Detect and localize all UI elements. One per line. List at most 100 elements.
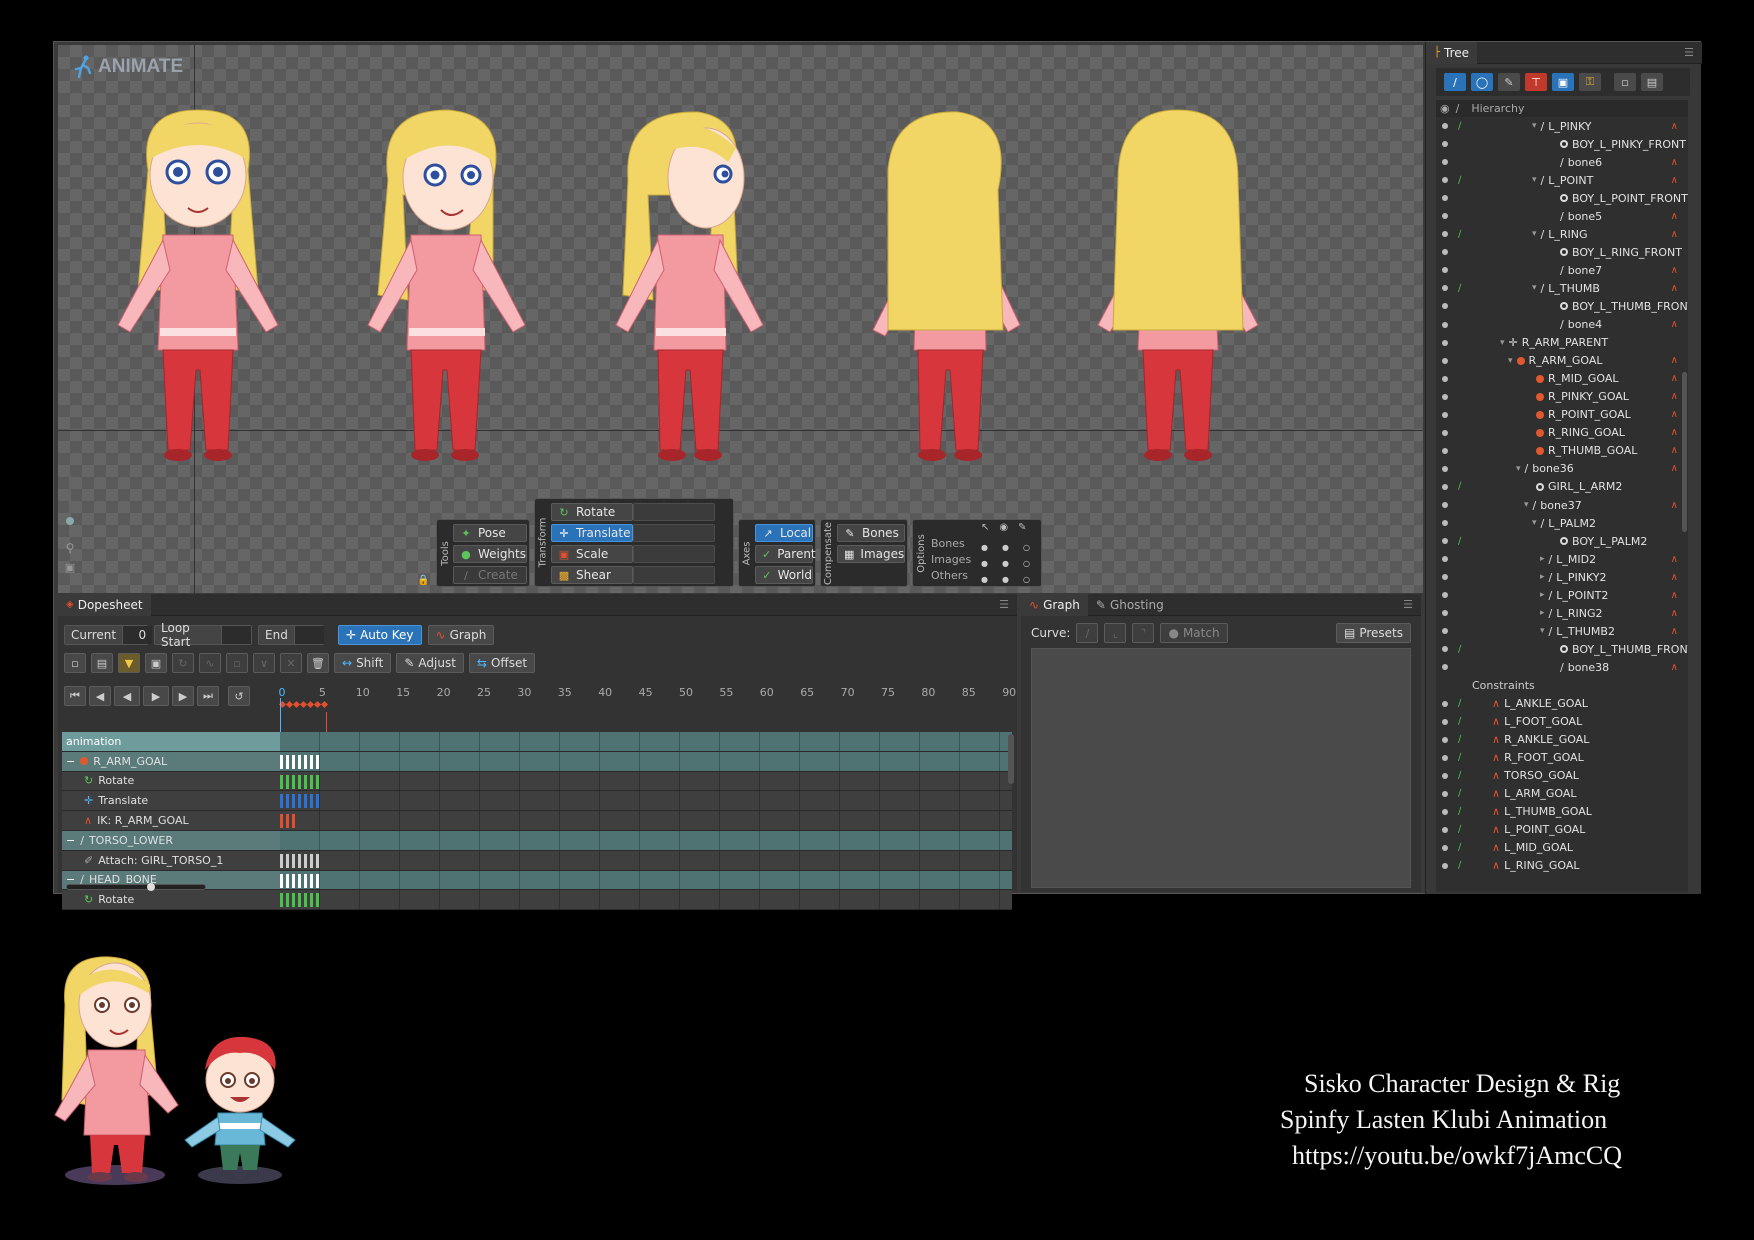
- visibility-dot[interactable]: [1442, 556, 1448, 563]
- tree-node-content[interactable]: ∧ L_ARM_GOAL: [1492, 787, 1577, 800]
- keyframe[interactable]: [304, 873, 307, 888]
- loop-icon[interactable]: ↻: [172, 653, 194, 673]
- visibility-dot[interactable]: [1442, 447, 1448, 454]
- visibility-dot[interactable]: [1442, 411, 1448, 418]
- zoom-icon[interactable]: ⚲: [66, 541, 75, 555]
- tree-node[interactable]: ∕ ▾ ∕ L_RING ∧: [1436, 225, 1688, 243]
- visibility-dot[interactable]: [1442, 610, 1448, 617]
- dopesheet-row-name[interactable]: ✐ Attach: GIRL_TORSO_1: [62, 854, 277, 867]
- tree-node-content[interactable]: ∧ L_MID_GOAL: [1492, 841, 1573, 854]
- keyframe[interactable]: [292, 814, 295, 829]
- visibility-dot[interactable]: [1442, 339, 1448, 346]
- key-icon[interactable]: ∕: [1458, 644, 1461, 655]
- tree-node-content[interactable]: BOY_L_POINT_FRONT: [1560, 192, 1688, 205]
- tree-node[interactable]: BOY_L_THUMB_FRONT: [1436, 297, 1688, 315]
- collapse-arrow-icon[interactable]: ▾: [1532, 175, 1537, 185]
- tree-node-content[interactable]: ∧ L_THUMB_GOAL: [1492, 805, 1592, 818]
- dopesheet-row-name[interactable]: − ∕ TORSO_LOWER: [62, 834, 277, 847]
- tree-node-content[interactable]: BOY_L_RING_FRONT: [1560, 246, 1682, 259]
- tree-node[interactable]: BOY_L_RING_FRONT: [1436, 243, 1688, 261]
- tree-node[interactable]: R_RING_GOAL ∧: [1436, 424, 1688, 442]
- current-value[interactable]: 0: [122, 626, 153, 644]
- lock-icon[interactable]: 🔒: [417, 575, 429, 586]
- offset-button[interactable]: ⇆ Offset: [468, 653, 536, 673]
- keyframe-track[interactable]: [280, 830, 1012, 850]
- collapse-arrow-icon[interactable]: ▾: [1532, 229, 1537, 239]
- tree-node-content[interactable]: ∧ L_POINT_GOAL: [1492, 823, 1585, 836]
- shear-button[interactable]: ▩ Shear: [551, 566, 633, 584]
- visibility-dot[interactable]: [1442, 808, 1448, 815]
- keyframe[interactable]: [286, 794, 289, 809]
- tree-node-content[interactable]: ▾ ∕ L_THUMB: [1532, 282, 1600, 295]
- key-tool-icon[interactable]: ⚿: [1579, 73, 1601, 91]
- key-icon[interactable]: ∕: [1458, 536, 1461, 547]
- tree-node-content[interactable]: ▸ ∕ L_RING2: [1540, 607, 1603, 620]
- tree-node-content[interactable]: ∕ bone7: [1560, 264, 1602, 277]
- graph-toggle-button[interactable]: ∿ Graph: [427, 625, 495, 645]
- collapse-icon[interactable]: −: [66, 834, 75, 847]
- options-row-images[interactable]: Images: [931, 553, 971, 566]
- visibility-dot[interactable]: [1442, 267, 1448, 274]
- keyframe[interactable]: [292, 754, 295, 769]
- tree-node[interactable]: ▾ ∕ L_PALM2: [1436, 514, 1688, 532]
- loop-start-value[interactable]: [221, 626, 251, 644]
- create-button[interactable]: ∕ Create: [453, 566, 527, 584]
- keyframe[interactable]: [316, 873, 319, 888]
- credit-line-3[interactable]: https://youtu.be/owkf7jAmcCQ: [1280, 1138, 1700, 1174]
- visibility-dot[interactable]: [1442, 357, 1448, 364]
- keyframe[interactable]: [292, 873, 295, 888]
- bbox-tool-icon[interactable]: ▣: [1552, 73, 1574, 91]
- visibility-dot[interactable]: [1442, 249, 1448, 256]
- tree-node[interactable]: ▾ ∕ bone36 ∧: [1436, 460, 1688, 478]
- zoom-slider[interactable]: ⚲ ▣: [64, 475, 76, 574]
- key-icon[interactable]: ∕: [1458, 860, 1461, 871]
- keyframe[interactable]: [310, 853, 313, 868]
- scale-button[interactable]: ▣ Scale: [551, 545, 633, 563]
- visibility-dot[interactable]: [1442, 862, 1448, 869]
- tree-node[interactable]: ∕ GIRL_L_ARM2: [1436, 478, 1688, 496]
- key-icon[interactable]: ∕: [1458, 788, 1461, 799]
- zoom-knob[interactable]: [66, 517, 74, 525]
- tree-node-content[interactable]: BOY_L_THUMB_FRONT: [1560, 300, 1688, 313]
- axes-world-button[interactable]: ✓ World: [755, 566, 813, 584]
- keyframe-track[interactable]: [280, 850, 1012, 870]
- tree-node[interactable]: ∕ ∧ R_ANKLE_GOAL: [1436, 731, 1688, 749]
- tree-node-content[interactable]: ▸ ∕ L_POINT2: [1540, 589, 1608, 602]
- key-icon[interactable]: ∕: [1458, 842, 1461, 853]
- tree-node-content[interactable]: R_PINKY_GOAL: [1536, 390, 1629, 403]
- keyframe[interactable]: [298, 754, 301, 769]
- tree-node[interactable]: ∕ ∧ L_FOOT_GOAL: [1436, 713, 1688, 731]
- remove-icon[interactable]: ✕: [280, 653, 302, 673]
- visibility-dot[interactable]: [1442, 664, 1448, 671]
- lock-keys-icon[interactable]: ▣: [145, 653, 167, 673]
- tree-node[interactable]: ∕ ▾ ∕ L_THUMB ∧: [1436, 279, 1688, 297]
- keyframe[interactable]: [280, 853, 283, 868]
- tab-dopesheet[interactable]: ◈ Dopesheet: [58, 593, 151, 616]
- tree-node[interactable]: BOY_L_PINKY_FRONT: [1436, 135, 1688, 153]
- keyframe-track[interactable]: [280, 811, 1012, 830]
- curve-bezier-icon[interactable]: ⌝: [1132, 623, 1155, 643]
- end-frame-field[interactable]: End: [258, 625, 324, 645]
- dopesheet-row[interactable]: ✛ Translate: [62, 791, 1012, 812]
- tree-node[interactable]: ∕ ∧ TORSO_GOAL: [1436, 767, 1688, 785]
- tree-node-content[interactable]: ∕ bone38: [1560, 661, 1609, 674]
- key-icon[interactable]: ∕: [1458, 824, 1461, 835]
- visibility-dot[interactable]: [1442, 465, 1448, 472]
- tree-node-content[interactable]: ▾ ∕ L_RING: [1532, 228, 1588, 241]
- tree-node-content[interactable]: ▾ ∕ L_POINT: [1532, 174, 1593, 187]
- tree-node[interactable]: ∕ bone7 ∧: [1436, 261, 1688, 279]
- keyframe[interactable]: [286, 873, 289, 888]
- options-row-others[interactable]: Others: [931, 569, 968, 582]
- keyframe-group[interactable]: [280, 873, 319, 888]
- collapse-arrow-icon[interactable]: ▾: [1532, 121, 1537, 131]
- duplicate-icon[interactable]: ▫: [226, 653, 248, 673]
- dopesheet-row[interactable]: − ∕ TORSO_LOWER: [62, 830, 1012, 851]
- tree-node-content[interactable]: ∧ L_RING_GOAL: [1492, 859, 1579, 872]
- key-icon[interactable]: ∕: [1458, 806, 1461, 817]
- loop-playback-icon[interactable]: ↺: [228, 686, 250, 706]
- keyframe[interactable]: [304, 853, 307, 868]
- tree-node[interactable]: ▸ ∕ L_MID2 ∧: [1436, 550, 1688, 568]
- dopesheet-row-name[interactable]: − R_ARM_GOAL: [62, 755, 277, 768]
- tree-node-content[interactable]: ▾ ✛ R_ARM_PARENT: [1500, 336, 1608, 349]
- character-side-view[interactable]: [598, 100, 778, 480]
